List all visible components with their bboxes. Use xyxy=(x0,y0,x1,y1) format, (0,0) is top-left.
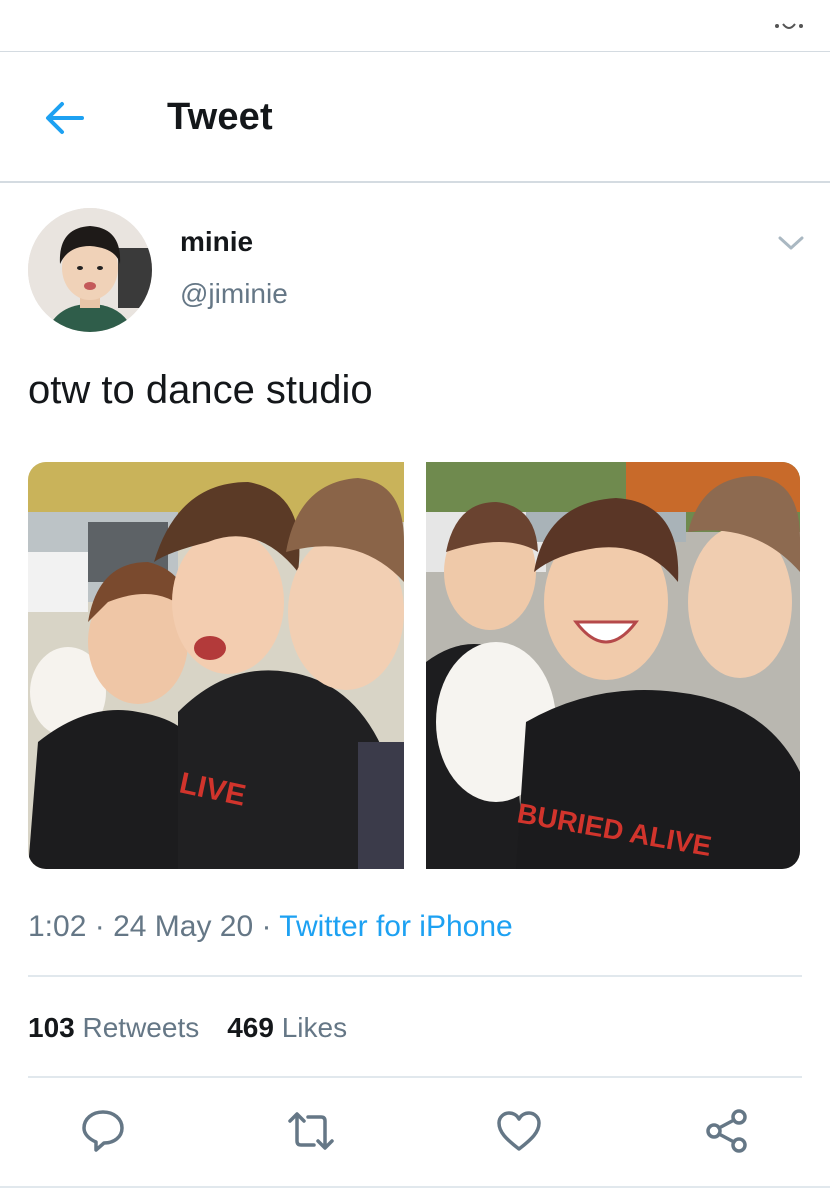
tweet-date: 24 May 20 xyxy=(113,910,254,943)
retweets-stat[interactable]: 103 Retweets xyxy=(28,1012,199,1043)
retweet-button[interactable] xyxy=(284,1104,338,1158)
reply-icon xyxy=(82,1110,124,1152)
tweet-source-link[interactable]: Twitter for iPhone xyxy=(279,910,512,943)
tweet-text: otw to dance studio xyxy=(28,368,373,412)
user-handle[interactable]: @jiminie xyxy=(180,278,288,310)
meta-separator: · xyxy=(253,910,280,943)
likes-stat[interactable]: 469 Likes xyxy=(227,1012,347,1043)
share-icon xyxy=(706,1109,747,1153)
tweet-photo-2[interactable]: BURIED ALIVE xyxy=(426,462,800,869)
divider xyxy=(28,1076,802,1078)
retweets-count: 103 xyxy=(28,1012,75,1043)
retweet-icon xyxy=(288,1112,334,1150)
retweets-label: Retweets xyxy=(82,1012,200,1043)
page-title: Tweet xyxy=(167,96,273,138)
avatar[interactable] xyxy=(28,208,152,332)
arrow-left-icon xyxy=(46,102,84,134)
tweet-photo-1[interactable]: LIVE xyxy=(28,462,404,869)
tweet-time: 1:02 xyxy=(28,910,87,943)
meta-separator: · xyxy=(86,910,114,943)
tweet-stats: 103 Retweets 469 Likes xyxy=(28,1012,347,1044)
likes-label: Likes xyxy=(281,1012,348,1043)
tweet-actions xyxy=(0,1104,830,1158)
divider xyxy=(28,975,802,977)
more-options-button[interactable] xyxy=(770,226,812,260)
likes-count: 469 xyxy=(227,1012,274,1043)
heart-icon xyxy=(497,1111,541,1151)
back-button[interactable] xyxy=(40,96,88,140)
top-bar: Tweet xyxy=(0,52,830,183)
status-bar xyxy=(0,0,830,52)
like-button[interactable] xyxy=(492,1104,546,1158)
share-button[interactable] xyxy=(700,1104,754,1158)
tweet-timestamp: 1:02 · 24 May 20 · Twitter for iPhone xyxy=(28,910,513,944)
chevron-down-icon xyxy=(778,236,804,250)
display-name[interactable]: minie xyxy=(180,226,253,258)
face-icon xyxy=(775,23,803,29)
divider xyxy=(0,1186,830,1188)
reply-button[interactable] xyxy=(76,1104,130,1158)
